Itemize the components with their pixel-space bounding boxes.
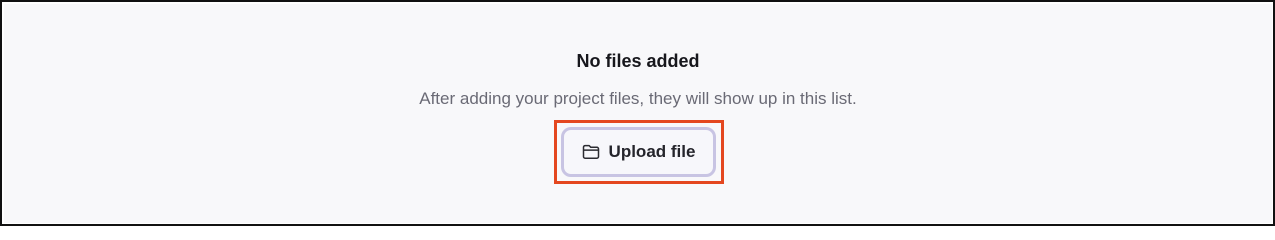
screenshot-frame: No files added After adding your project… — [0, 0, 1275, 226]
upload-file-button[interactable]: Upload file — [561, 127, 716, 177]
empty-state-title: No files added — [576, 51, 700, 71]
folder-icon — [582, 144, 600, 160]
empty-state-description: After adding your project files, they wi… — [419, 89, 857, 108]
upload-file-label: Upload file — [608, 142, 696, 161]
empty-state: No files added After adding your project… — [4, 4, 1272, 223]
files-empty-state-panel: No files added After adding your project… — [4, 4, 1272, 223]
